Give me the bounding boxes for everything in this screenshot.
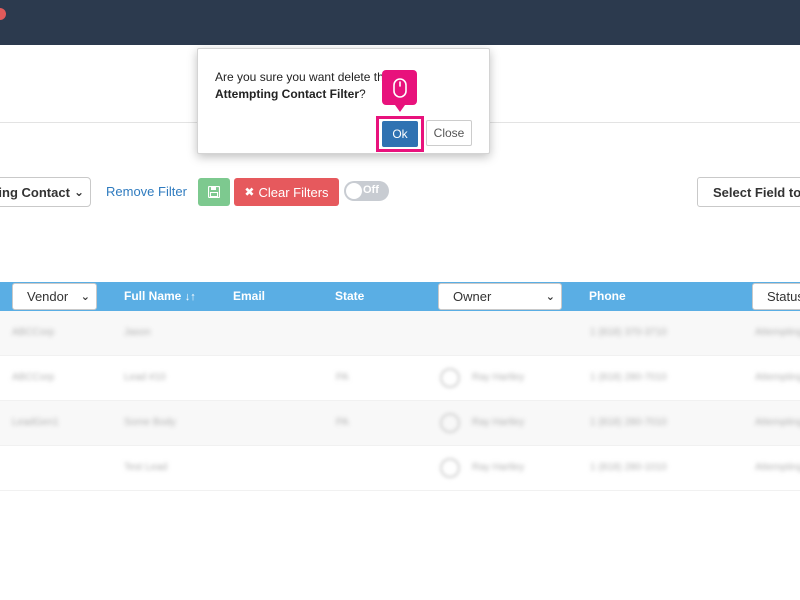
top-navbar [0,0,800,45]
phone-cell: 1 (818) 280-1010 [590,462,667,473]
sort-icon: ↓↑ [184,291,196,303]
status-cell: Attempting [755,417,800,428]
phone-column-header[interactable]: Phone [589,282,626,311]
phone-cell: 1 (818) 280-7010 [590,417,667,428]
chevron-down-icon: ⌄ [545,291,555,303]
ok-button[interactable]: Ok [382,121,418,147]
clear-filters-label: Clear Filters [258,184,329,200]
owner-cell: Ray Hartley [472,372,525,383]
vendor-cell: ABCCorp [12,327,55,338]
close-button[interactable]: Close [426,120,472,146]
close-icon: ✖ [244,185,255,199]
ok-button-highlight: Ok [376,116,424,152]
notification-dot[interactable] [0,8,6,20]
chevron-down-icon: ⌄ [73,185,84,199]
table-header: Vendor ⌄ Full Name ↓↑ Email State Owner … [0,282,800,311]
vendor-cell: ABCCorp [12,372,55,383]
saved-filter-select-value: Attempting Contact [0,184,70,200]
save-filter-button[interactable] [198,178,230,206]
full-name-header-label: Full Name [124,289,182,303]
status-column-select[interactable]: Status [752,283,800,310]
status-cell: Attempting [755,462,800,473]
confirm-filter-name: Attempting Contact Filter [215,87,359,101]
status-cell: Attempting [755,327,800,338]
floppy-disk-icon [208,186,220,198]
table-row[interactable]: ABCCorp Jason 1 (818) 370-3710 Attemptin… [0,311,800,356]
full-name-column-header[interactable]: Full Name ↓↑ [124,282,196,311]
owner-avatar [440,413,460,433]
vendor-header-label: Vendor [27,289,69,304]
email-column-header[interactable]: Email [233,282,265,311]
name-cell: Test Lead [124,462,168,473]
status-cell: Attempting [755,372,800,383]
owner-cell: Ray Hartley [472,462,525,473]
owner-avatar [440,458,460,478]
toggle-knob [346,183,362,199]
delete-filter-confirm-dialog: Are you sure you want delete the filter … [197,48,490,154]
table-row[interactable]: LeadGen1 Some Body PA Ray Hartley 1 (818… [0,401,800,446]
filter-toggle-switch[interactable]: Off [344,181,389,201]
status-header-label: Status [767,289,800,304]
confirm-message-suffix: ? [359,87,366,101]
owner-header-label: Owner [453,289,492,304]
toggle-label: Off [363,184,379,196]
table-row[interactable]: ABCCorp Lead #10 PA Ray Hartley 1 (818) … [0,356,800,401]
saved-filter-select[interactable]: Attempting Contact ⌄ [0,177,91,207]
phone-cell: 1 (818) 370-3710 [590,327,667,338]
table-row[interactable]: Test Lead Ray Hartley 1 (818) 280-1010 A… [0,446,800,491]
owner-cell: Ray Hartley [472,417,525,428]
clear-filters-button[interactable]: ✖ Clear Filters [234,178,339,206]
name-cell: Lead #10 [124,372,166,383]
chevron-down-icon: ⌄ [80,291,90,303]
phone-cell: 1 (818) 280-7010 [590,372,667,383]
mouse-click-indicator [382,70,417,112]
state-cell: PA [336,417,349,428]
owner-avatar [440,368,460,388]
state-column-header[interactable]: State [335,282,364,311]
name-cell: Some Body [124,417,176,428]
state-cell: PA [336,372,349,383]
mouse-icon [392,77,407,98]
owner-column-select[interactable]: Owner ⌄ [438,283,562,310]
select-field-dropdown[interactable]: Select Field to [697,177,800,207]
name-cell: Jason [124,327,151,338]
vendor-column-select[interactable]: Vendor ⌄ [12,283,97,310]
remove-filter-link[interactable]: Remove Filter [106,184,187,199]
vendor-cell: LeadGen1 [12,417,59,428]
